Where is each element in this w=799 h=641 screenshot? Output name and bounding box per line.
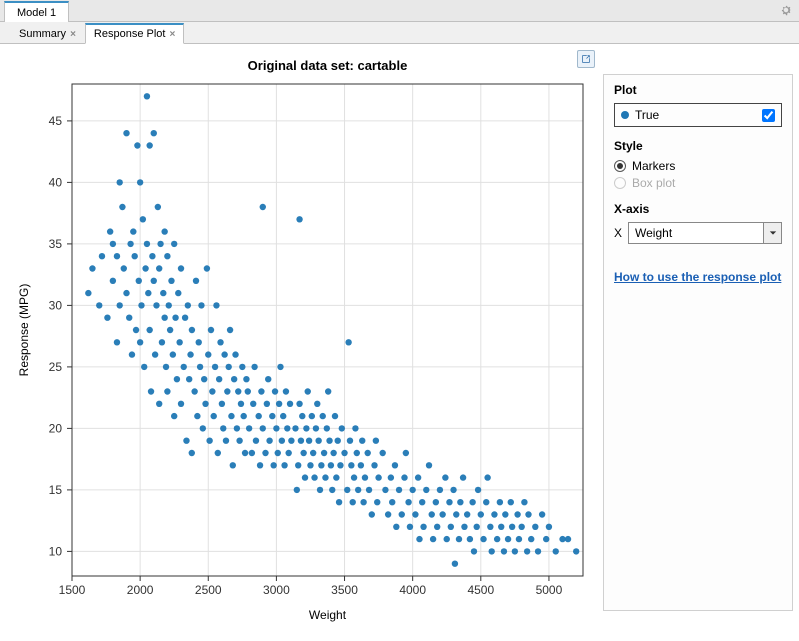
svg-text:15: 15	[49, 483, 63, 497]
xaxis-section: X-axis X Weight	[614, 202, 782, 244]
style-boxplot-radio: Box plot	[614, 176, 782, 190]
content-area: 1500 2000 2500 3000 3500 4000 4500 5000 10 15 20 25…	[0, 44, 799, 641]
svg-text:1500: 1500	[59, 583, 86, 597]
model-tab[interactable]: Model 1	[4, 1, 69, 22]
inner-tab-bar: Summary × Response Plot ×	[0, 22, 799, 44]
chevron-down-icon	[763, 223, 781, 243]
svg-text:Weight: Weight	[309, 608, 347, 622]
xaxis-section-title: X-axis	[614, 202, 782, 216]
svg-text:2000: 2000	[127, 583, 154, 597]
svg-text:3000: 3000	[263, 583, 290, 597]
style-section-title: Style	[614, 139, 782, 153]
scatter-chart: 1500 2000 2500 3000 3500 4000 4500 5000 10 15 20 25…	[10, 54, 603, 631]
svg-text:40: 40	[49, 175, 63, 189]
options-panel: Plot True Style Markers Box plot X	[603, 74, 793, 611]
svg-text:Original data set: cartable: Original data set: cartable	[248, 58, 408, 73]
plot-pane: 1500 2000 2500 3000 3500 4000 4500 5000 10 15 20 25…	[0, 44, 603, 641]
tab-summary-label: Summary	[19, 28, 66, 40]
radio-icon	[614, 177, 626, 189]
gear-icon[interactable]	[779, 3, 793, 17]
close-icon[interactable]: ×	[169, 29, 175, 40]
model-tab-label: Model 1	[17, 7, 56, 19]
style-boxplot-label: Box plot	[632, 176, 675, 190]
help-link[interactable]: How to use the response plot	[614, 270, 781, 284]
svg-text:2500: 2500	[195, 583, 222, 597]
legend-visibility-checkbox[interactable]	[762, 109, 775, 122]
tab-summary[interactable]: Summary ×	[10, 23, 85, 44]
svg-text:5000: 5000	[536, 583, 563, 597]
svg-text:3500: 3500	[331, 583, 358, 597]
svg-text:Response (MPG): Response (MPG)	[17, 284, 31, 377]
xaxis-prefix: X	[614, 226, 622, 240]
popout-icon[interactable]	[577, 50, 595, 68]
legend-box: True	[614, 103, 782, 127]
svg-text:30: 30	[49, 298, 63, 312]
style-markers-radio[interactable]: Markers	[614, 159, 782, 173]
svg-text:4000: 4000	[399, 583, 426, 597]
tab-response-plot-label: Response Plot	[94, 28, 166, 40]
style-section: Style Markers Box plot	[614, 139, 782, 190]
close-icon[interactable]: ×	[70, 29, 76, 40]
plot-section: Plot True	[614, 83, 782, 127]
svg-text:10: 10	[49, 544, 63, 558]
svg-text:20: 20	[49, 421, 63, 435]
tab-response-plot[interactable]: Response Plot ×	[85, 23, 184, 44]
legend-marker-icon	[621, 111, 629, 119]
style-markers-label: Markers	[632, 159, 675, 173]
radio-icon	[614, 160, 626, 172]
xaxis-select[interactable]: Weight	[628, 222, 782, 244]
svg-text:35: 35	[49, 237, 63, 251]
plot-section-title: Plot	[614, 83, 782, 97]
xaxis-select-value: Weight	[635, 226, 672, 240]
svg-text:4500: 4500	[467, 583, 494, 597]
legend-label: True	[635, 108, 659, 122]
svg-text:25: 25	[49, 360, 63, 374]
model-tab-bar: Model 1	[0, 0, 799, 22]
svg-text:45: 45	[49, 114, 63, 128]
